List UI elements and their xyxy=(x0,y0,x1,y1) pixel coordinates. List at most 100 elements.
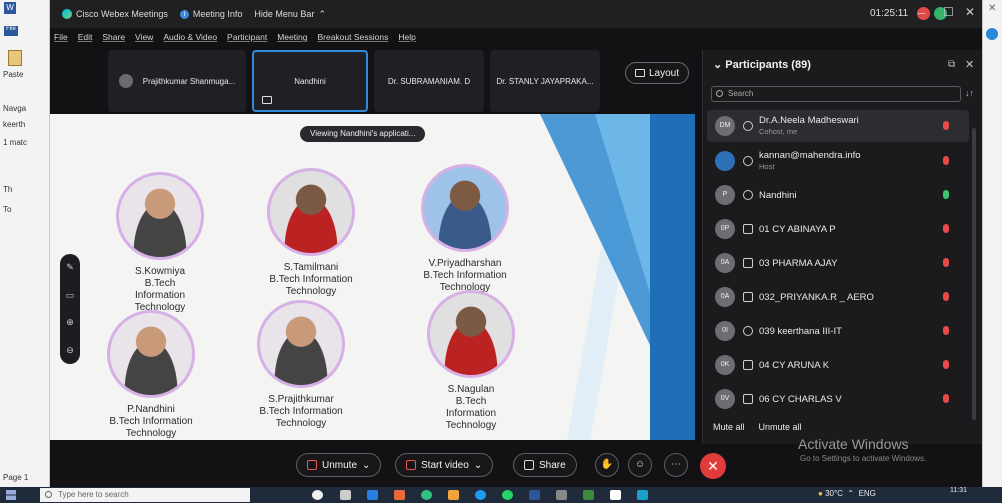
participant-row[interactable]: kannan@mahendra.info Host xyxy=(707,145,969,177)
menu-meeting[interactable]: Meeting xyxy=(277,32,307,42)
activate-windows-subtitle: Go to Settings to activate Windows. xyxy=(800,454,927,463)
excel-icon[interactable] xyxy=(583,490,594,500)
annotate-icon[interactable]: ✎ xyxy=(66,262,74,273)
muted-mic-icon[interactable] xyxy=(943,360,949,369)
app-title[interactable]: Cisco Webex Meetings xyxy=(62,9,168,19)
webex-window: Cisco Webex Meetings i Meeting Info Hide… xyxy=(50,0,982,487)
whatsapp-icon[interactable] xyxy=(502,490,513,500)
menu-share[interactable]: Share xyxy=(102,32,125,42)
mail-icon[interactable] xyxy=(367,490,378,500)
more-options-button[interactable]: ⋯ xyxy=(664,453,688,477)
scrollbar[interactable] xyxy=(972,128,976,420)
meeting-timer: 01:25:11 xyxy=(870,8,909,19)
computer-icon xyxy=(743,394,753,404)
muted-mic-icon[interactable] xyxy=(943,121,949,130)
start-video-button[interactable]: Start video ⌄ xyxy=(395,453,494,477)
computer-icon xyxy=(743,360,753,370)
student-photo xyxy=(116,172,204,260)
participant-role: Host xyxy=(759,162,775,171)
cortana-icon[interactable] xyxy=(312,490,323,500)
paste-icon[interactable] xyxy=(8,50,22,66)
shared-screen[interactable]: Viewing Nandhini's applicati... S.Kowmiy… xyxy=(50,114,695,440)
menu-breakout[interactable]: Breakout Sessions xyxy=(317,32,388,42)
participant-search-input[interactable]: Search xyxy=(711,86,961,102)
meeting-info-button[interactable]: i Meeting Info xyxy=(179,9,242,19)
webex-taskbar-icon[interactable] xyxy=(637,490,648,500)
nav-search-text[interactable]: keerth xyxy=(3,120,25,129)
word-window-left: W File Paste Navga keerth 1 matc Th To P… xyxy=(0,0,50,487)
activate-windows-title: Activate Windows xyxy=(798,436,909,452)
participant-row[interactable]: 0K 04 CY ARUNA K xyxy=(707,349,969,381)
participant-row[interactable]: P Nandhini xyxy=(707,179,969,211)
word-icon[interactable] xyxy=(529,490,540,500)
hide-menu-button[interactable]: Hide Menu Bar ⌃ xyxy=(254,9,326,20)
edge-icon[interactable] xyxy=(986,28,998,40)
menu-help[interactable]: Help xyxy=(398,32,415,42)
raise-hand-button[interactable]: ✋ xyxy=(595,453,619,477)
layout-button[interactable]: Layout xyxy=(625,62,689,84)
chrome-icon[interactable] xyxy=(475,490,486,500)
settings-icon[interactable] xyxy=(556,490,567,500)
zoom-in-icon[interactable]: ⊕ xyxy=(66,317,74,328)
maximize-button[interactable]: ☐ xyxy=(943,5,954,19)
powerpoint-icon[interactable] xyxy=(394,490,405,500)
muted-mic-icon[interactable] xyxy=(943,394,949,403)
files-icon[interactable] xyxy=(448,490,459,500)
menu-audio-video[interactable]: Audio & Video xyxy=(163,32,217,42)
page-indicator: Page 1 xyxy=(3,473,29,482)
unmute-all-button[interactable]: Unmute all xyxy=(759,422,802,432)
reactions-button[interactable]: ☺ xyxy=(628,453,652,477)
windows-start-icon[interactable] xyxy=(6,490,16,500)
taskbar-clock[interactable]: 11:31 xyxy=(950,487,967,495)
muted-mic-icon[interactable] xyxy=(943,292,949,301)
minimize-button[interactable]: – xyxy=(918,5,925,20)
leave-meeting-button[interactable]: ✕ xyxy=(700,453,726,479)
menu-view[interactable]: View xyxy=(135,32,153,42)
participant-row[interactable]: 0A 032_PRIYANKA.R _ AERO xyxy=(707,281,969,313)
menu-file[interactable]: File xyxy=(54,32,68,42)
menu-participant[interactable]: Participant xyxy=(227,32,267,42)
participant-row[interactable]: 0P 01 CY ABINAYA P xyxy=(707,213,969,245)
mute-all-button[interactable]: Mute all xyxy=(713,422,745,432)
screen-icon[interactable]: ▭ xyxy=(66,290,75,301)
participant-name: 032_PRIYANKA.R _ AERO xyxy=(759,291,874,303)
unmute-button[interactable]: Unmute ⌄ xyxy=(296,453,382,477)
participant-row[interactable]: 0V 06 CY CHARLAS V xyxy=(707,383,969,415)
participant-row[interactable]: 0I 039 keerthana III-IT xyxy=(707,315,969,347)
muted-mic-icon[interactable] xyxy=(943,156,949,165)
unmuted-mic-icon[interactable] xyxy=(943,190,949,199)
participant-name: kannan@mahendra.info xyxy=(759,150,861,161)
chevron-down-icon[interactable]: ⌄ xyxy=(474,460,482,471)
participants-title[interactable]: ⌄ Participants (89) xyxy=(713,58,811,71)
muted-mic-icon[interactable] xyxy=(943,326,949,335)
zoom-out-icon[interactable]: ⊖ xyxy=(66,345,74,356)
system-tray[interactable]: ● 30°C ⌃ ENG xyxy=(818,489,876,498)
notepad-icon[interactable] xyxy=(610,490,621,500)
search-icon xyxy=(45,491,52,498)
weather-temp: 30°C xyxy=(825,489,843,498)
word-file-tab[interactable]: File xyxy=(4,26,18,36)
edge-icon[interactable] xyxy=(421,490,432,500)
chevron-down-icon[interactable]: ⌄ xyxy=(362,460,370,471)
menu-edit[interactable]: Edit xyxy=(78,32,93,42)
video-tile-prajithkumar[interactable]: Prajithkumar Shanmuga... xyxy=(108,50,246,112)
close-button[interactable]: ✕ xyxy=(965,5,975,19)
chevron-down-icon: ⌄ xyxy=(713,59,726,71)
viewing-indicator[interactable]: Viewing Nandhini's applicati... xyxy=(300,126,426,142)
task-view-icon[interactable] xyxy=(340,490,351,500)
close-icon[interactable]: ✕ xyxy=(988,3,996,14)
doc-text-1: Th xyxy=(3,185,13,194)
taskbar-search-input[interactable]: Type here to search xyxy=(40,488,250,502)
video-tile-subramaniam[interactable]: Dr. SUBRAMANIAM. D xyxy=(374,50,484,112)
sort-icon[interactable]: ↓↑ xyxy=(965,88,974,98)
close-panel-icon[interactable]: ✕ xyxy=(965,58,974,71)
muted-mic-icon[interactable] xyxy=(943,258,949,267)
video-tile-nandhini[interactable]: Nandhini xyxy=(252,50,368,112)
participant-row[interactable]: 0A 03 PHARMA AJAY xyxy=(707,247,969,279)
muted-mic-icon[interactable] xyxy=(943,224,949,233)
pop-out-icon[interactable]: ⧉ xyxy=(948,59,955,70)
share-button[interactable]: Share xyxy=(513,453,577,477)
paste-label[interactable]: Paste xyxy=(3,70,23,79)
participant-row[interactable]: DM Dr.A.Neela Madheswari Cohost, me xyxy=(707,110,969,142)
video-tile-stanly[interactable]: Dr. STANLY JAYAPRAKA... xyxy=(490,50,600,112)
